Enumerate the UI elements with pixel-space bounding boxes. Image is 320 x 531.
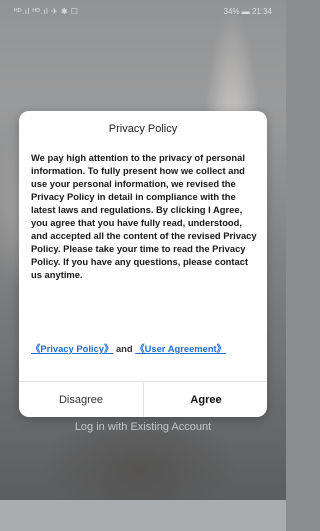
dialog-body-text: We pay high attention to the privacy of … xyxy=(31,152,257,280)
privacy-policy-link[interactable]: 《Privacy Policy》 xyxy=(31,343,113,354)
disagree-button[interactable]: Disagree xyxy=(19,382,143,417)
privacy-policy-dialog: Privacy Policy We pay high attention to … xyxy=(19,111,267,417)
policy-links: 《Privacy Policy》 and 《User Agreement》 xyxy=(31,343,257,355)
user-agreement-link[interactable]: 《User Agreement》 xyxy=(135,343,226,354)
dialog-title: Privacy Policy xyxy=(108,123,178,135)
agree-button[interactable]: Agree xyxy=(144,382,267,417)
and-text: and xyxy=(113,343,136,354)
